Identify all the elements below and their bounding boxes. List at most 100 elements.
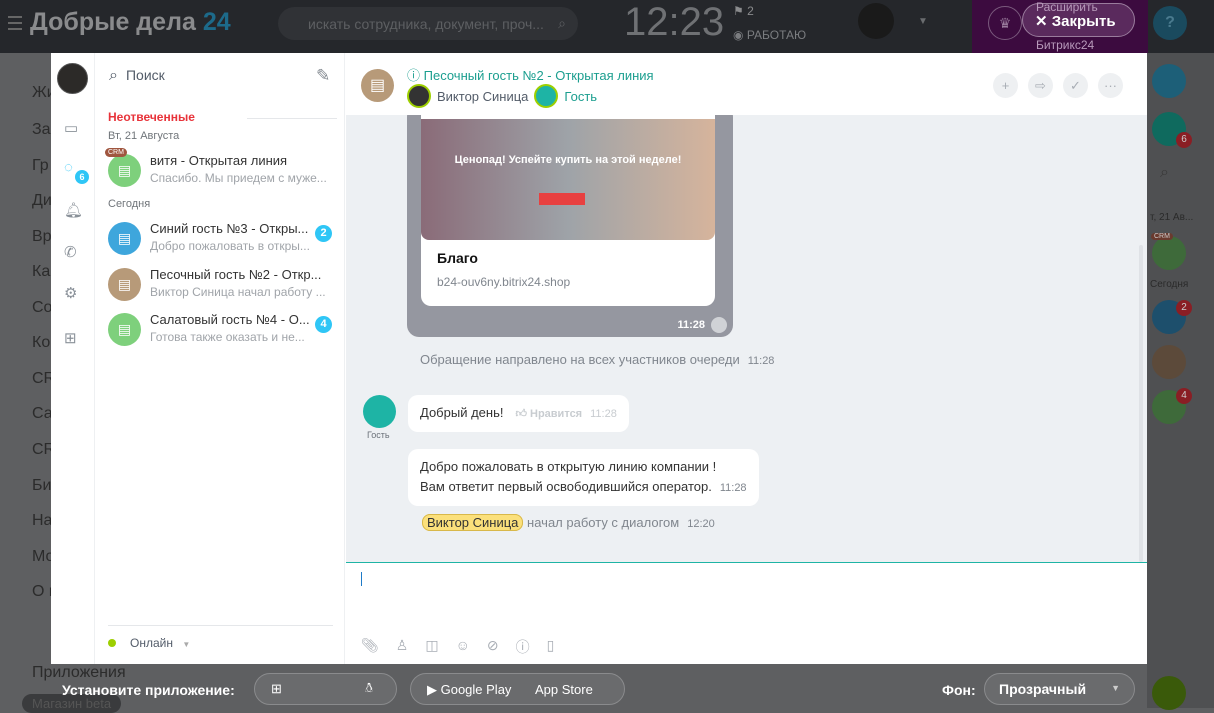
list-item[interactable]: ▤ Песочный гость №2 - Откр... Виктор Син…	[105, 264, 340, 306]
linux-icon[interactable]: 🐧︎	[365, 680, 373, 697]
google-play-button[interactable]: ▶ Google Play	[427, 682, 511, 698]
transfer-button[interactable]: ⇨	[1028, 73, 1053, 98]
card-url[interactable]: b24-ouv6ny.bitrix24.shop	[437, 275, 570, 289]
attach-icon[interactable]: 📎︎	[361, 637, 379, 657]
close-button[interactable]: ✕ Закрыть	[1022, 3, 1135, 37]
user-icon[interactable]: ♙	[396, 637, 409, 657]
quick-answer-icon[interactable]: ◫	[425, 637, 438, 657]
chat-avatar[interactable]	[1152, 236, 1186, 270]
today-label: Сегодня	[1150, 279, 1189, 290]
search-icon[interactable]: ⌕	[1160, 164, 1169, 182]
add-user-button[interactable]: +	[993, 73, 1018, 98]
chat-header: ▤ ⓘ Песочный гость №2 - Открытая линия В…	[346, 53, 1147, 115]
windows-icon[interactable]: ⊞	[271, 681, 282, 697]
list-item[interactable]: ▤ Салатовый гость №4 - О... Готова также…	[105, 309, 340, 351]
work-status[interactable]: ◉ РАБОТАЮ	[733, 28, 806, 42]
chevron-down-icon[interactable]: ▼	[918, 16, 928, 27]
operator-name[interactable]: Виктор Синица	[437, 89, 528, 104]
logo-number: 24	[202, 8, 231, 36]
chat-avatar[interactable]	[1152, 345, 1186, 379]
date-label: Вт, 21 Августа	[108, 130, 180, 142]
user-mention[interactable]: Виктор Синица	[422, 514, 524, 531]
work-status-label: РАБОТАЮ	[746, 28, 807, 42]
message-time: 11:28	[590, 408, 617, 420]
search-input[interactable]: ⌕ Поиск	[109, 67, 165, 85]
like-label: Нравится	[530, 408, 583, 420]
guest-avatar[interactable]	[534, 84, 559, 108]
section-unanswered: Неотвеченные	[108, 110, 195, 124]
global-search-input[interactable]: искать сотрудника, документ, проч... ⌕	[278, 7, 578, 40]
link-preview-card[interactable]: Ценопад! Успейте купить на этой неделе! …	[421, 115, 715, 306]
logo[interactable]: Добрые дела 24	[30, 8, 231, 37]
phone-icon[interactable]	[1152, 676, 1186, 710]
status-label: Онлайн	[130, 636, 173, 650]
bg-menu-item: Ко	[32, 334, 51, 351]
crown-icon[interactable]: ♛	[988, 6, 1022, 40]
smile-icon[interactable]: ☺	[456, 637, 470, 657]
add-chat-icon[interactable]: ⊞	[64, 329, 77, 347]
list-item[interactable]: ▤ CRM витя - Открытая линия Спасибо. Мы …	[105, 148, 340, 192]
crm-badge: CRM	[105, 148, 127, 157]
status-selector[interactable]: Онлайн ▼	[108, 636, 190, 650]
message-area: Ценопад! Успейте купить на этой неделе! …	[346, 115, 1147, 562]
desktop-apps: ⊞ 🐧︎	[254, 673, 397, 705]
divider	[247, 118, 337, 119]
bg-menu-item: Ка	[32, 263, 51, 280]
user-avatar[interactable]	[858, 3, 894, 39]
form-icon[interactable]: ▯	[547, 637, 555, 657]
lightning-icon[interactable]: ⓘ	[516, 637, 530, 657]
my-avatar[interactable]	[57, 63, 88, 94]
chat-title-text: Песочный гость №2 - Открытая линия	[423, 68, 654, 83]
info-icon: ⓘ	[407, 68, 421, 83]
finish-button[interactable]: ✓	[1063, 73, 1088, 98]
preview-image: Ценопад! Успейте купить на этой неделе!	[421, 119, 715, 240]
search-placeholder: искать сотрудника, документ, проч...	[308, 16, 544, 32]
chat-avatar: ▤	[361, 69, 394, 102]
crm-badge: CRM	[1151, 233, 1173, 240]
chat-title[interactable]: ⓘ Песочный гость №2 - Открытая линия	[407, 65, 654, 84]
hidden-message-icon[interactable]: ⊘	[487, 637, 499, 657]
phone-icon[interactable]: ✆	[64, 243, 77, 261]
background-value: Прозрачный	[999, 681, 1087, 697]
bell-icon[interactable]: 🔔︎	[64, 201, 83, 219]
chevron-down-icon: ▼	[182, 640, 191, 649]
message-input[interactable]: 📎︎ ♙ ◫ ☺ ⊘ ⓘ ▯	[346, 562, 1147, 664]
date-label: т, 21 Ав...	[1150, 212, 1194, 223]
chat-icon[interactable]: ▭	[64, 119, 78, 137]
message-time: 11:28	[677, 319, 705, 331]
system-message: Обращение направлено на всех участников …	[420, 352, 774, 367]
guest-avatar[interactable]	[363, 395, 396, 428]
like-button[interactable]: 👍︎ Нравится	[515, 408, 582, 420]
chat-icon: ▤	[108, 154, 141, 187]
unread-badge: 4	[1176, 388, 1192, 404]
divider	[108, 625, 333, 626]
notifications-icon[interactable]	[1152, 64, 1186, 98]
app-store-label: App Store	[535, 682, 593, 697]
bg-menu-item: Со	[32, 299, 53, 316]
openlines-badge: 6	[1176, 132, 1192, 148]
flag-count: 2	[747, 4, 754, 18]
chat-title: Синий гость №3 - Откры...	[150, 221, 309, 236]
guest-name[interactable]: Гость	[564, 89, 597, 104]
card-title: Благо	[437, 250, 478, 266]
app-store-button[interactable]: App Store	[535, 682, 593, 697]
help-button[interactable]: ?	[1153, 6, 1187, 40]
chat-list: ⌕ Поиск ✎ Неотвеченные Вт, 21 Августа ▤ C…	[95, 53, 345, 664]
scrollbar[interactable]	[1139, 245, 1143, 562]
gear-icon[interactable]: ⚙	[64, 284, 77, 302]
menu-icon[interactable]	[8, 16, 22, 30]
chat-title: витя - Открытая линия	[150, 153, 288, 168]
chat-title: Салатовый гость №4 - О...	[150, 312, 310, 327]
clock: 12:23	[624, 0, 725, 44]
chat-preview: Спасибо. Мы приедем с муже...	[150, 171, 327, 185]
compose-icon[interactable]: ✎	[316, 66, 330, 86]
openlines-icon[interactable]: ◌	[64, 159, 73, 176]
flag-counter[interactable]: ⚑ 2	[733, 4, 754, 18]
background-select[interactable]: Прозрачный ▼	[984, 673, 1135, 705]
operator-avatar[interactable]	[407, 84, 431, 108]
more-button[interactable]: ···	[1098, 73, 1123, 98]
list-item[interactable]: ▤ Синий гость №3 - Откры... Добро пожало…	[105, 218, 340, 260]
status-dot	[108, 639, 116, 647]
chat-preview: Виктор Синица начал работу ...	[150, 285, 326, 299]
date-label: Сегодня	[108, 198, 151, 210]
